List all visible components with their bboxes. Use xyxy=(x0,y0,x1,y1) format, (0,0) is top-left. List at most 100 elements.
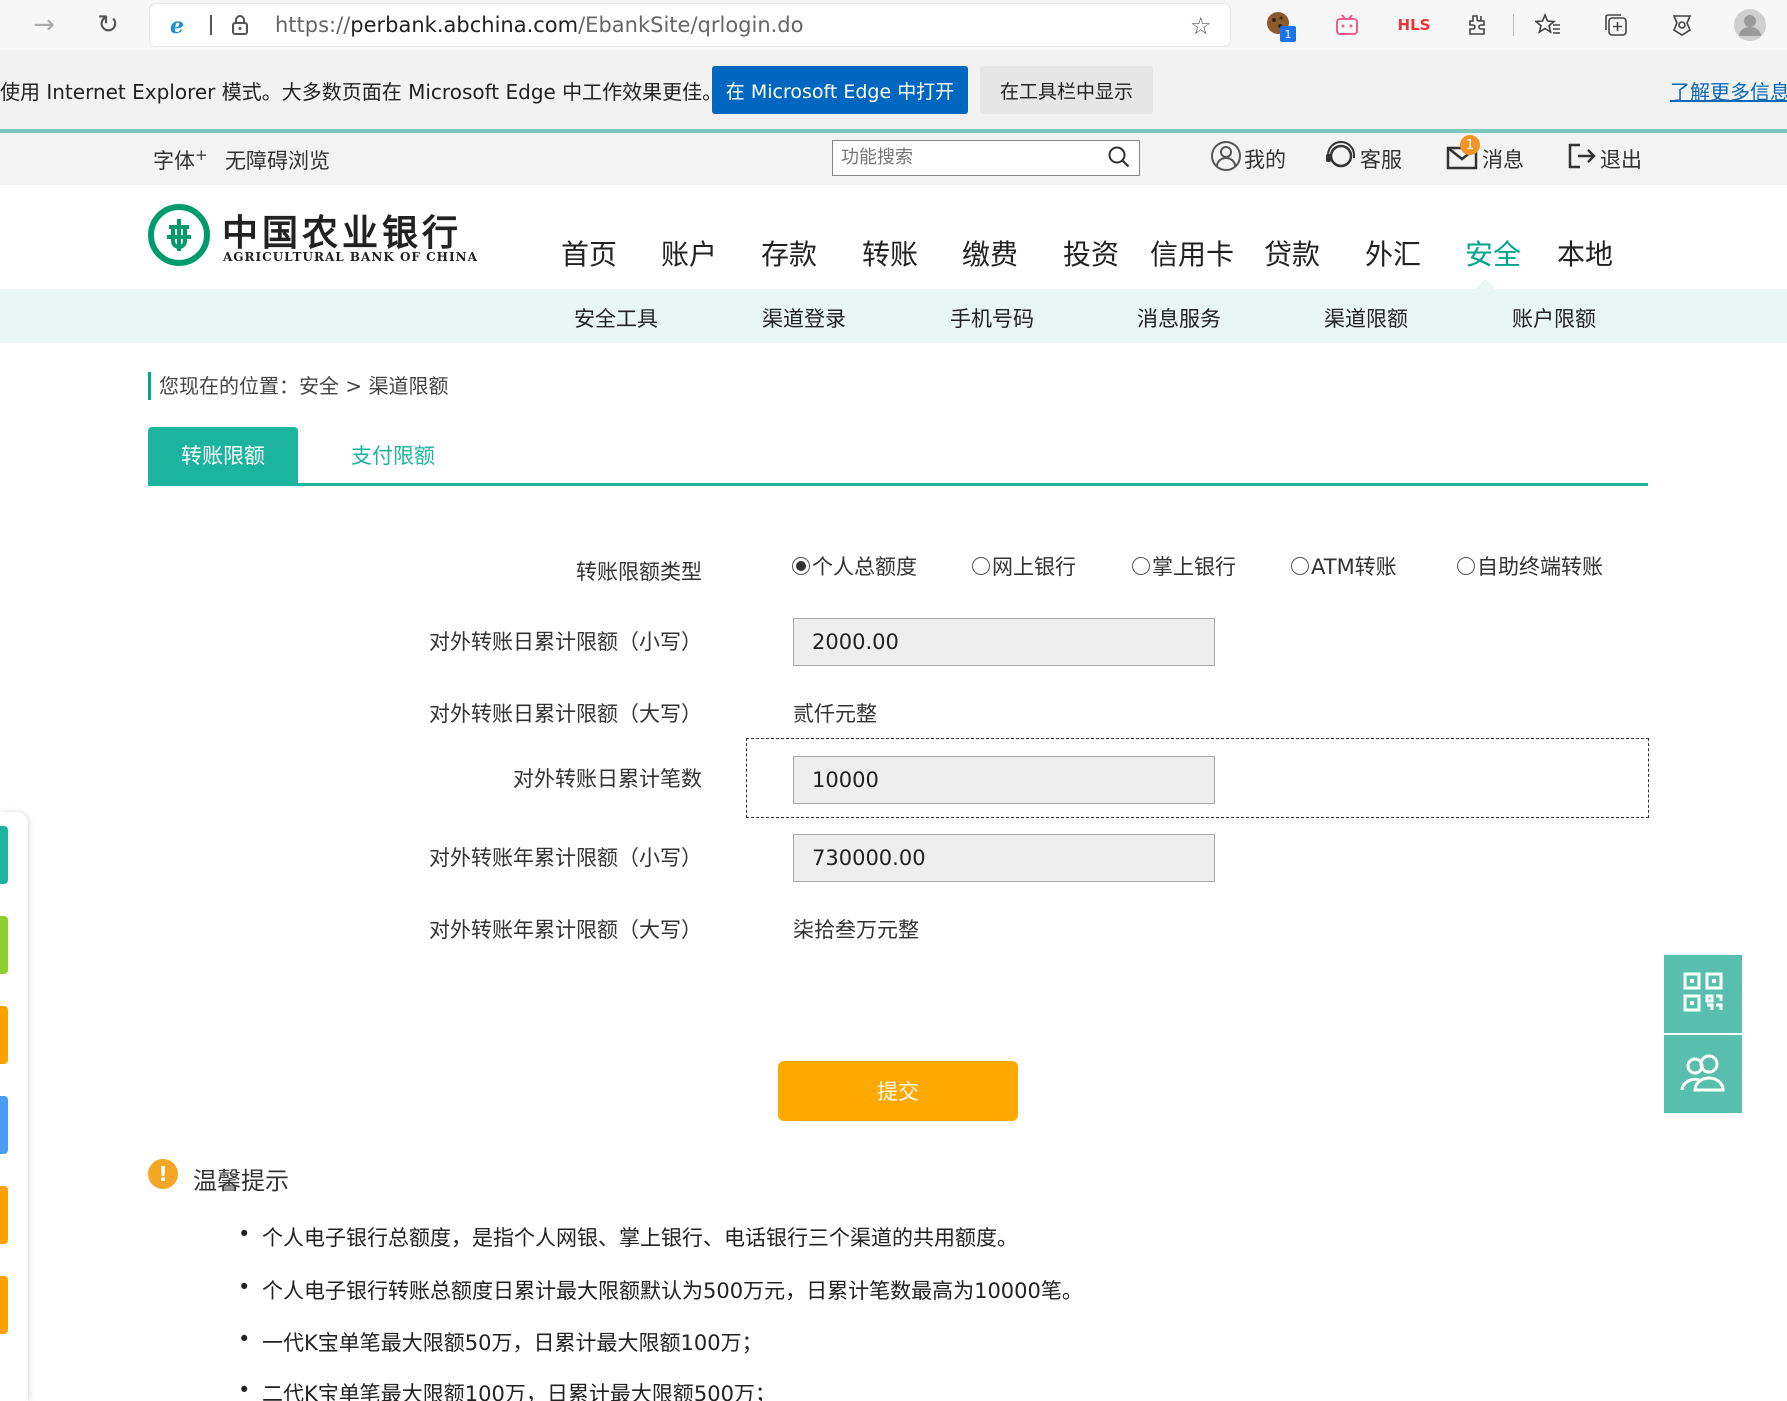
browser-essentials-icon[interactable] xyxy=(1664,8,1700,42)
headset-icon xyxy=(1324,140,1358,179)
bank-logo[interactable]: 中国农业银行 AGRICULTURAL BANK OF CHINA xyxy=(148,204,477,270)
refresh-icon[interactable]: ↻ xyxy=(90,8,126,42)
user-icon xyxy=(1210,140,1242,179)
dock-tab[interactable] xyxy=(0,916,8,974)
address-bar[interactable]: e https://perbank.abchina.com/EbankSite/… xyxy=(150,4,1230,46)
nav-deposit[interactable]: 存款 xyxy=(761,233,817,273)
utility-bar: 字体+ 无障碍浏览 我的 客服 消息 退出 xyxy=(0,133,1787,185)
yearly-amount-label: 对外转账年累计限额（小写） xyxy=(429,846,702,870)
service-label: 客服 xyxy=(1360,148,1402,172)
ie-mode-bar: 使用 Internet Explorer 模式。大多数页面在 Microsoft… xyxy=(0,50,1787,130)
nav-home[interactable]: 首页 xyxy=(561,233,617,273)
warning-icon: ! xyxy=(148,1159,178,1189)
subnav-security-tools[interactable]: 安全工具 xyxy=(574,303,658,333)
mine-label: 我的 xyxy=(1244,148,1286,172)
url-path: /EbankSite/qrlogin.do xyxy=(578,13,804,37)
ie-mode-message: 使用 Internet Explorer 模式。大多数页面在 Microsoft… xyxy=(0,80,723,104)
lock-icon[interactable] xyxy=(230,14,250,36)
subnav-mobile-number[interactable]: 手机号码 xyxy=(950,303,1034,333)
dock-tab[interactable] xyxy=(0,1186,8,1244)
url-host: perbank.abchina.com xyxy=(350,13,579,37)
nav-loan[interactable]: 贷款 xyxy=(1264,233,1320,273)
radio-self-service-terminal[interactable]: 自助终端转账 xyxy=(1457,551,1603,581)
daily-amount-label: 对外转账日累计限额（小写） xyxy=(429,630,702,654)
yearly-amount-input[interactable] xyxy=(793,834,1215,882)
accessibility-link[interactable]: 无障碍浏览 xyxy=(225,145,330,175)
nav-account[interactable]: 账户 xyxy=(661,233,717,273)
open-in-edge-button[interactable]: 在 Microsoft Edge 中打开 xyxy=(712,66,968,114)
dock-tab[interactable] xyxy=(0,1096,8,1154)
radio-self-service-terminal-label: 自助终端转账 xyxy=(1477,555,1603,579)
tip-item: 个人电子银行转账总额度日累计最大限额默认为500万元，日累计笔数最高为10000… xyxy=(238,1275,1083,1305)
nav-forex[interactable]: 外汇 xyxy=(1365,233,1421,273)
add-favorite-icon[interactable]: ☆ xyxy=(1190,12,1212,40)
customer-service-link[interactable]: 客服 xyxy=(1324,140,1402,179)
messages-link[interactable]: 消息 xyxy=(1446,141,1524,177)
logout-icon xyxy=(1566,141,1598,178)
nav-credit-card[interactable]: 信用卡 xyxy=(1150,233,1234,273)
daily-amount-upper-value: 贰仟元整 xyxy=(793,702,877,726)
daily-count-label: 对外转账日累计笔数 xyxy=(513,767,702,791)
tip-item: 二代K宝单笔最大限额100万，日累计最大限额500万； xyxy=(238,1378,776,1401)
favorites-icon[interactable] xyxy=(1530,8,1566,42)
limit-type-label: 转账限额类型 xyxy=(576,560,702,584)
back-arrow-icon[interactable]: → xyxy=(26,8,62,42)
nav-security[interactable]: 安全 xyxy=(1465,233,1521,273)
extension-cookie-icon[interactable]: 1 xyxy=(1262,8,1298,42)
nav-payment[interactable]: 缴费 xyxy=(962,233,1018,273)
radio-personal-total[interactable]: 个人总额度 xyxy=(792,551,917,581)
font-size-label: 字体 xyxy=(153,149,195,173)
radio-online-banking[interactable]: 网上银行 xyxy=(972,551,1076,581)
browser-toolbar: → ↻ e https://perbank.abchina.com/EbankS… xyxy=(0,0,1787,50)
submit-button[interactable]: 提交 xyxy=(778,1061,1018,1121)
dock-tab[interactable] xyxy=(0,1276,8,1334)
dock-tab[interactable] xyxy=(0,1006,8,1064)
bank-name-cn: 中国农业银行 xyxy=(222,212,463,254)
function-search-input[interactable] xyxy=(833,141,1083,173)
users-icon xyxy=(1679,1052,1727,1096)
show-in-toolbar-button[interactable]: 在工具栏中显示 xyxy=(980,66,1153,114)
font-size-toggle[interactable]: 字体+ xyxy=(153,145,208,175)
tab-underline xyxy=(148,483,1648,486)
dock-tab[interactable] xyxy=(0,826,8,884)
subnav-channel-limit[interactable]: 渠道限额 xyxy=(1324,303,1408,333)
radio-personal-total-label: 个人总额度 xyxy=(812,555,917,579)
qr-code-button[interactable] xyxy=(1664,955,1742,1033)
hls-icon[interactable]: HLS xyxy=(1394,8,1434,42)
tab-payment-limit[interactable]: 支付限额 xyxy=(318,427,468,483)
online-service-button[interactable] xyxy=(1664,1035,1742,1113)
radio-unselected-icon xyxy=(1132,557,1150,575)
messages-label: 消息 xyxy=(1482,148,1524,172)
logout-label: 退出 xyxy=(1600,148,1642,172)
radio-mobile-banking-label: 掌上银行 xyxy=(1152,555,1236,579)
extensions-icon[interactable] xyxy=(1460,8,1494,42)
logout-link[interactable]: 退出 xyxy=(1566,141,1642,177)
radio-online-banking-label: 网上银行 xyxy=(992,555,1076,579)
search-icon[interactable] xyxy=(1107,145,1131,175)
subnav-account-limit[interactable]: 账户限额 xyxy=(1512,303,1596,333)
ie-icon: e xyxy=(170,13,184,39)
radio-unselected-icon xyxy=(1291,557,1309,575)
radio-atm-transfer[interactable]: ATM转账 xyxy=(1291,551,1397,581)
tip-item: 一代K宝单笔最大限额50万，日累计最大限额100万； xyxy=(238,1327,763,1357)
nav-investment[interactable]: 投资 xyxy=(1063,233,1119,273)
url-text[interactable]: https://perbank.abchina.com/EbankSite/qr… xyxy=(275,13,804,37)
radio-mobile-banking[interactable]: 掌上银行 xyxy=(1132,551,1236,581)
daily-amount-input[interactable] xyxy=(793,618,1215,666)
mine-link[interactable]: 我的 xyxy=(1210,140,1286,179)
learn-more-link[interactable]: 了解更多信息 xyxy=(1670,76,1787,105)
radio-unselected-icon xyxy=(972,557,990,575)
subnav-channel-login[interactable]: 渠道登录 xyxy=(762,303,846,333)
yearly-amount-upper-value: 柒拾叁万元整 xyxy=(793,918,919,942)
profile-avatar-icon[interactable] xyxy=(1730,8,1770,42)
nav-transfer[interactable]: 转账 xyxy=(862,233,918,273)
yearly-amount-upper-label: 对外转账年累计限额（大写） xyxy=(429,918,702,942)
collections-icon[interactable] xyxy=(1598,8,1634,42)
subnav-message-service[interactable]: 消息服务 xyxy=(1137,303,1221,333)
nav-local[interactable]: 本地 xyxy=(1557,233,1613,273)
qr-code-icon xyxy=(1682,971,1724,1017)
tab-transfer-limit[interactable]: 转账限额 xyxy=(148,427,298,483)
bilibili-icon[interactable] xyxy=(1330,8,1364,42)
function-search xyxy=(832,140,1140,176)
daily-count-input[interactable] xyxy=(793,756,1215,804)
